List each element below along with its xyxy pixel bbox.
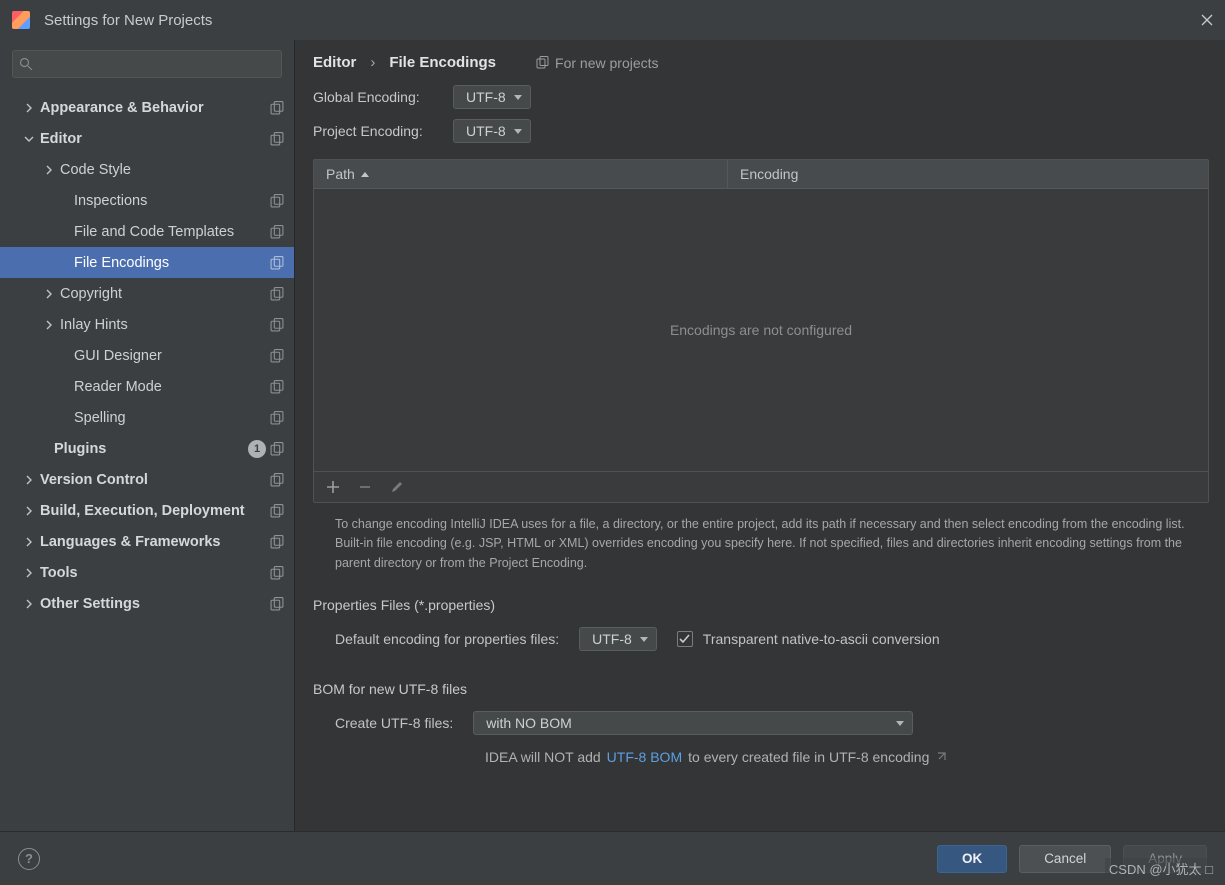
global-encoding-label: Global Encoding: [313, 89, 435, 105]
properties-section: Properties Files (*.properties) [313, 597, 1209, 613]
chevron-down-icon [514, 129, 522, 134]
sidebar-item[interactable]: File Encodings [0, 247, 294, 278]
table-empty: Encodings are not configured [314, 189, 1208, 471]
sort-asc-icon [361, 172, 369, 177]
sidebar-item[interactable]: Inlay Hints [0, 309, 294, 340]
remove-icon[interactable] [358, 480, 372, 494]
encoding-table: Path Encoding Encodings are not configur… [313, 159, 1209, 503]
sidebar-item[interactable]: GUI Designer [0, 340, 294, 371]
sidebar-item[interactable]: Spelling [0, 402, 294, 433]
transparent-conversion-label: Transparent native-to-ascii conversion [703, 631, 940, 647]
ok-button[interactable]: OK [937, 845, 1007, 873]
footer: ? OK Cancel Apply [0, 831, 1225, 885]
search-box [12, 50, 282, 78]
chevron-down-icon [640, 637, 648, 642]
crumb-leaf: File Encodings [389, 54, 496, 71]
crumb-sep: › [370, 54, 375, 71]
bom-section: BOM for new UTF-8 files [313, 681, 1209, 697]
properties-encoding-dropdown[interactable]: UTF-8 [579, 627, 657, 651]
sidebar-item[interactable]: Inspections [0, 185, 294, 216]
content: Editor › File Encodings For new projects… [295, 40, 1225, 831]
external-link-icon [935, 752, 946, 763]
sidebar-item[interactable]: Copyright [0, 278, 294, 309]
titlebar: Settings for New Projects [0, 0, 1225, 40]
breadcrumb: Editor › File Encodings For new projects [313, 40, 1209, 85]
table-toolbar [314, 471, 1208, 502]
description-text: To change encoding IntelliJ IDEA uses fo… [313, 503, 1209, 589]
settings-tree: Appearance & BehaviorEditorCode StyleIns… [0, 86, 294, 831]
sidebar-item[interactable]: Reader Mode [0, 371, 294, 402]
sidebar-item[interactable]: Version Control [0, 464, 294, 495]
sidebar-item[interactable]: Code Style [0, 154, 294, 185]
sidebar-item[interactable]: Languages & Frameworks [0, 526, 294, 557]
add-icon[interactable] [326, 480, 340, 494]
search-icon [19, 57, 33, 71]
sidebar-item[interactable]: Plugins1 [0, 433, 294, 464]
transparent-conversion-checkbox[interactable] [677, 631, 693, 647]
project-encoding-dropdown[interactable]: UTF-8 [453, 119, 531, 143]
project-encoding-label: Project Encoding: [313, 123, 435, 139]
create-utf8-label: Create UTF-8 files: [335, 715, 453, 731]
sidebar-item[interactable]: Build, Execution, Deployment [0, 495, 294, 526]
table-header: Path Encoding [314, 160, 1208, 189]
bom-hint: IDEA will NOT add UTF-8 BOM to every cre… [485, 749, 1209, 765]
search-input[interactable] [12, 50, 282, 78]
help-button[interactable]: ? [18, 848, 40, 870]
app-icon [12, 11, 30, 29]
col-path[interactable]: Path [314, 160, 728, 188]
sidebar-item[interactable]: Other Settings [0, 588, 294, 619]
copy-icon [536, 56, 549, 69]
window-title: Settings for New Projects [44, 12, 212, 29]
properties-encoding-label: Default encoding for properties files: [335, 631, 559, 647]
create-utf8-dropdown[interactable]: with NO BOM [473, 711, 913, 735]
col-encoding[interactable]: Encoding [728, 160, 1208, 188]
global-encoding-dropdown[interactable]: UTF-8 [453, 85, 531, 109]
crumb-note: For new projects [536, 55, 658, 71]
sidebar: Appearance & BehaviorEditorCode StyleIns… [0, 40, 295, 831]
edit-icon[interactable] [390, 480, 404, 494]
sidebar-item[interactable]: Editor [0, 123, 294, 154]
sidebar-item[interactable]: Tools [0, 557, 294, 588]
chevron-down-icon [514, 95, 522, 100]
sidebar-item[interactable]: Appearance & Behavior [0, 92, 294, 123]
cancel-button[interactable]: Cancel [1019, 845, 1111, 873]
crumb-root[interactable]: Editor [313, 54, 356, 71]
chevron-down-icon [896, 721, 904, 726]
close-icon[interactable] [1201, 14, 1213, 26]
utf8-bom-link[interactable]: UTF-8 BOM [607, 749, 682, 765]
sidebar-item[interactable]: File and Code Templates [0, 216, 294, 247]
watermark: CSDN @小犹太 □ [1105, 858, 1217, 879]
